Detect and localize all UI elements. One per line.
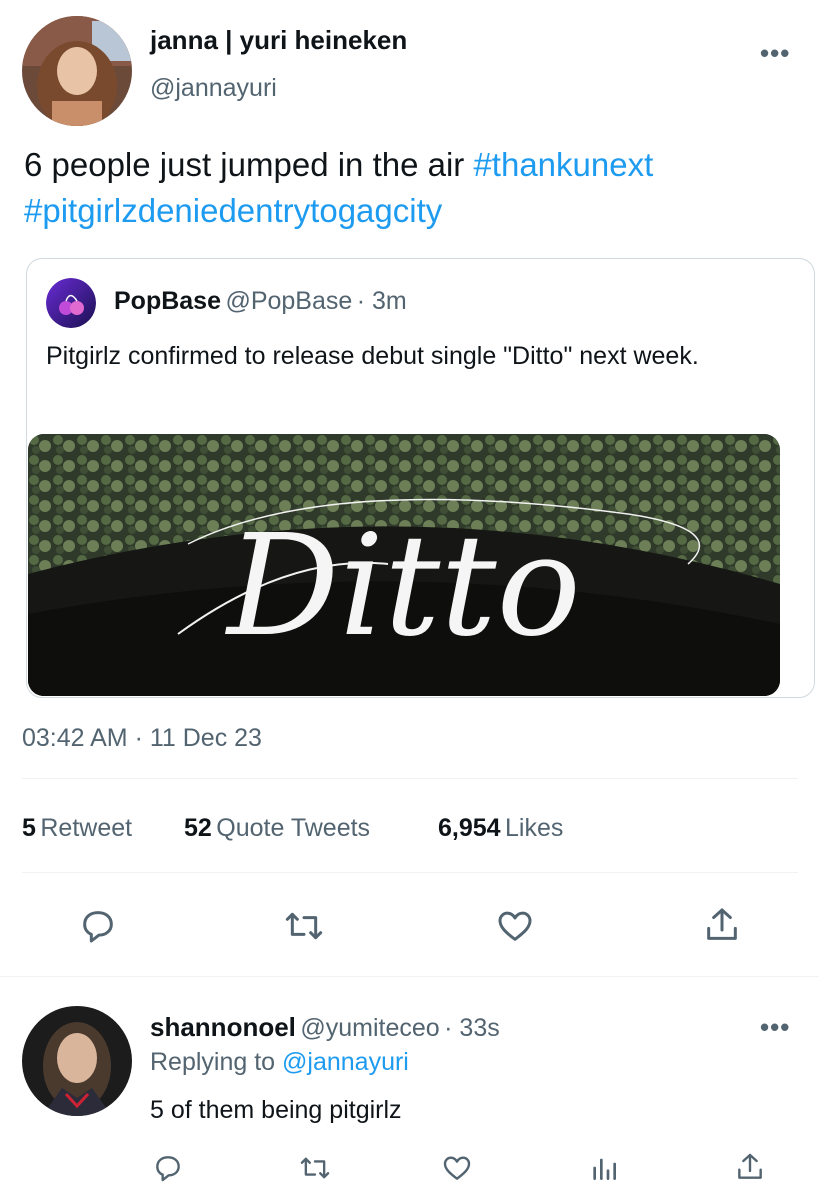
reply-author-handle[interactable]: @yumiteceo	[300, 1014, 439, 1042]
replying-to-prefix: Replying to	[150, 1048, 276, 1076]
retweet-count: 5	[22, 814, 36, 842]
hashtag-link[interactable]: #pitgirlzdeniedentrytogagcity	[24, 192, 442, 229]
likes-label: Likes	[505, 814, 564, 842]
hashtag-link[interactable]: #thankunext	[473, 146, 653, 183]
quoted-media-title: Ditto	[224, 505, 581, 668]
quoted-header: PopBase @PopBase · 3m	[114, 287, 407, 316]
divider	[22, 872, 798, 873]
retweet-stat[interactable]: 5 Retweet	[22, 814, 132, 843]
analytics-icon[interactable]	[588, 1152, 620, 1184]
reply-author-avatar[interactable]	[22, 1006, 132, 1116]
retweet-label: Retweet	[40, 814, 133, 842]
likes-stat[interactable]: 6,954 Likes	[438, 814, 563, 843]
quoted-text: Pitgirlz confirmed to release debut sing…	[46, 342, 699, 370]
more-options-icon[interactable]: •••	[760, 1012, 790, 1043]
share-icon[interactable]	[702, 904, 742, 946]
reply-text: 5 of them being pitgirlz	[150, 1096, 402, 1124]
replying-to: Replying to @jannayuri	[150, 1048, 409, 1077]
quoted-author-avatar[interactable]	[46, 278, 96, 328]
retweet-icon[interactable]	[298, 1152, 332, 1184]
tweet-text-plain: 6 people just jumped in the air	[24, 146, 474, 183]
quoted-time: · 3m	[356, 287, 407, 315]
retweet-icon[interactable]	[282, 906, 326, 946]
reply-time: · 33s	[444, 1014, 500, 1042]
author-avatar[interactable]	[22, 16, 132, 126]
more-options-icon[interactable]: •••	[760, 38, 790, 69]
quoted-author-handle[interactable]: @PopBase	[225, 287, 352, 315]
quote-tweets-stat[interactable]: 52 Quote Tweets	[184, 814, 370, 843]
divider	[22, 778, 798, 779]
author-name[interactable]: janna | yuri heineken	[150, 25, 407, 56]
divider	[0, 976, 819, 977]
reply-icon[interactable]	[78, 906, 118, 946]
quote-tweets-count: 52	[184, 814, 212, 842]
quote-tweets-label: Quote Tweets	[216, 814, 371, 842]
quoted-media-image[interactable]: Ditto	[28, 434, 780, 696]
tweet-text: 6 people just jumped in the air #thankun…	[24, 142, 794, 234]
author-handle[interactable]: @jannayuri	[150, 74, 277, 103]
reply-header: shannonoel @yumiteceo · 33s	[150, 1012, 500, 1043]
reply-icon[interactable]	[152, 1152, 184, 1184]
like-icon[interactable]	[494, 906, 536, 946]
share-icon[interactable]	[734, 1150, 766, 1184]
replying-to-handle[interactable]: @jannayuri	[282, 1048, 409, 1076]
quoted-author-name[interactable]: PopBase	[114, 287, 221, 315]
like-icon[interactable]	[440, 1152, 474, 1184]
tweet-timestamp[interactable]: 03:42 AM · 11 Dec 23	[22, 724, 262, 753]
reply-author-name[interactable]: shannonoel	[150, 1012, 296, 1042]
likes-count: 6,954	[438, 814, 501, 842]
